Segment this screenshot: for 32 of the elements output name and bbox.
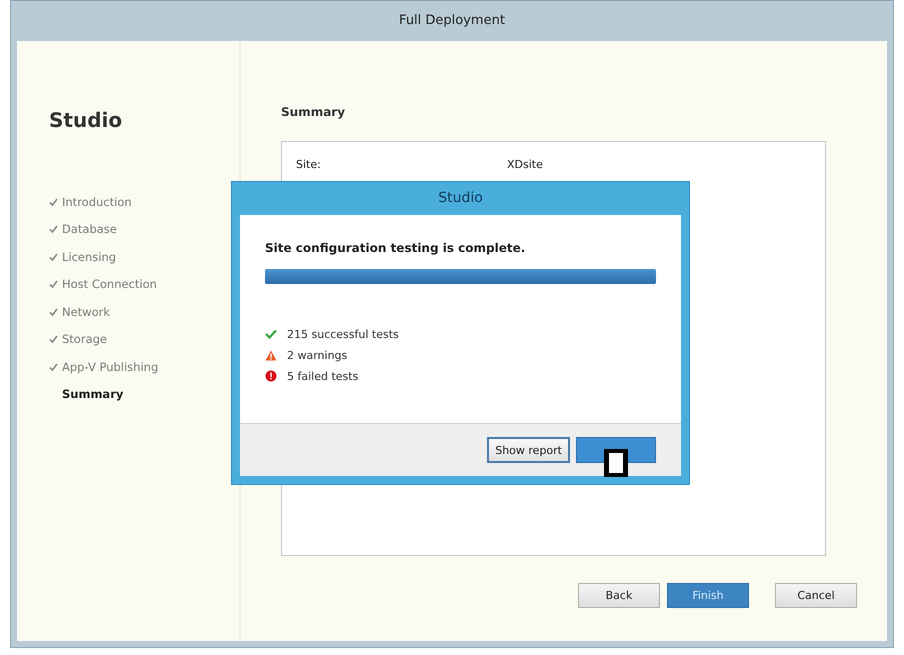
check-icon xyxy=(49,252,58,261)
check-icon xyxy=(49,225,58,234)
check-icon xyxy=(49,280,58,288)
check-icon xyxy=(49,362,58,371)
sidebar-title: Studio xyxy=(49,108,124,132)
check-icon xyxy=(49,335,58,344)
check-icon xyxy=(49,198,58,206)
error-icon xyxy=(265,370,277,382)
step-item[interactable]: Introduction xyxy=(49,188,239,216)
page-heading: Summary xyxy=(281,105,346,119)
wizard-button[interactable]: Back xyxy=(578,583,660,608)
step-item[interactable]: Network xyxy=(49,298,239,326)
summary-label: Site: xyxy=(296,158,322,171)
check-icon xyxy=(49,308,58,316)
step-item[interactable]: Licensing xyxy=(49,243,239,270)
warning-icon xyxy=(265,350,277,360)
step-item[interactable]: App-V Publishing xyxy=(49,353,239,380)
dialog-button[interactable]: Show report xyxy=(487,437,570,463)
summary-value: XDsite xyxy=(507,158,543,171)
dialog-title: Studio xyxy=(437,189,484,208)
result-text: 5 failed tests xyxy=(287,370,358,382)
step-item[interactable]: Storage xyxy=(49,326,239,353)
dialog-message: Site configuration testing is complete. xyxy=(265,241,526,255)
wizard-button[interactable]: Finish xyxy=(667,583,749,608)
cursor-icon xyxy=(603,448,629,478)
window-title: Full Deployment xyxy=(398,12,506,30)
result-text: 2 warnings xyxy=(287,348,348,362)
check-icon xyxy=(265,329,277,339)
result-text: 215 successful tests xyxy=(287,328,399,340)
wizard-button[interactable]: Cancel xyxy=(775,583,857,608)
step-item[interactable]: Host Connection xyxy=(49,270,239,298)
step-item[interactable]: Database xyxy=(49,216,239,243)
